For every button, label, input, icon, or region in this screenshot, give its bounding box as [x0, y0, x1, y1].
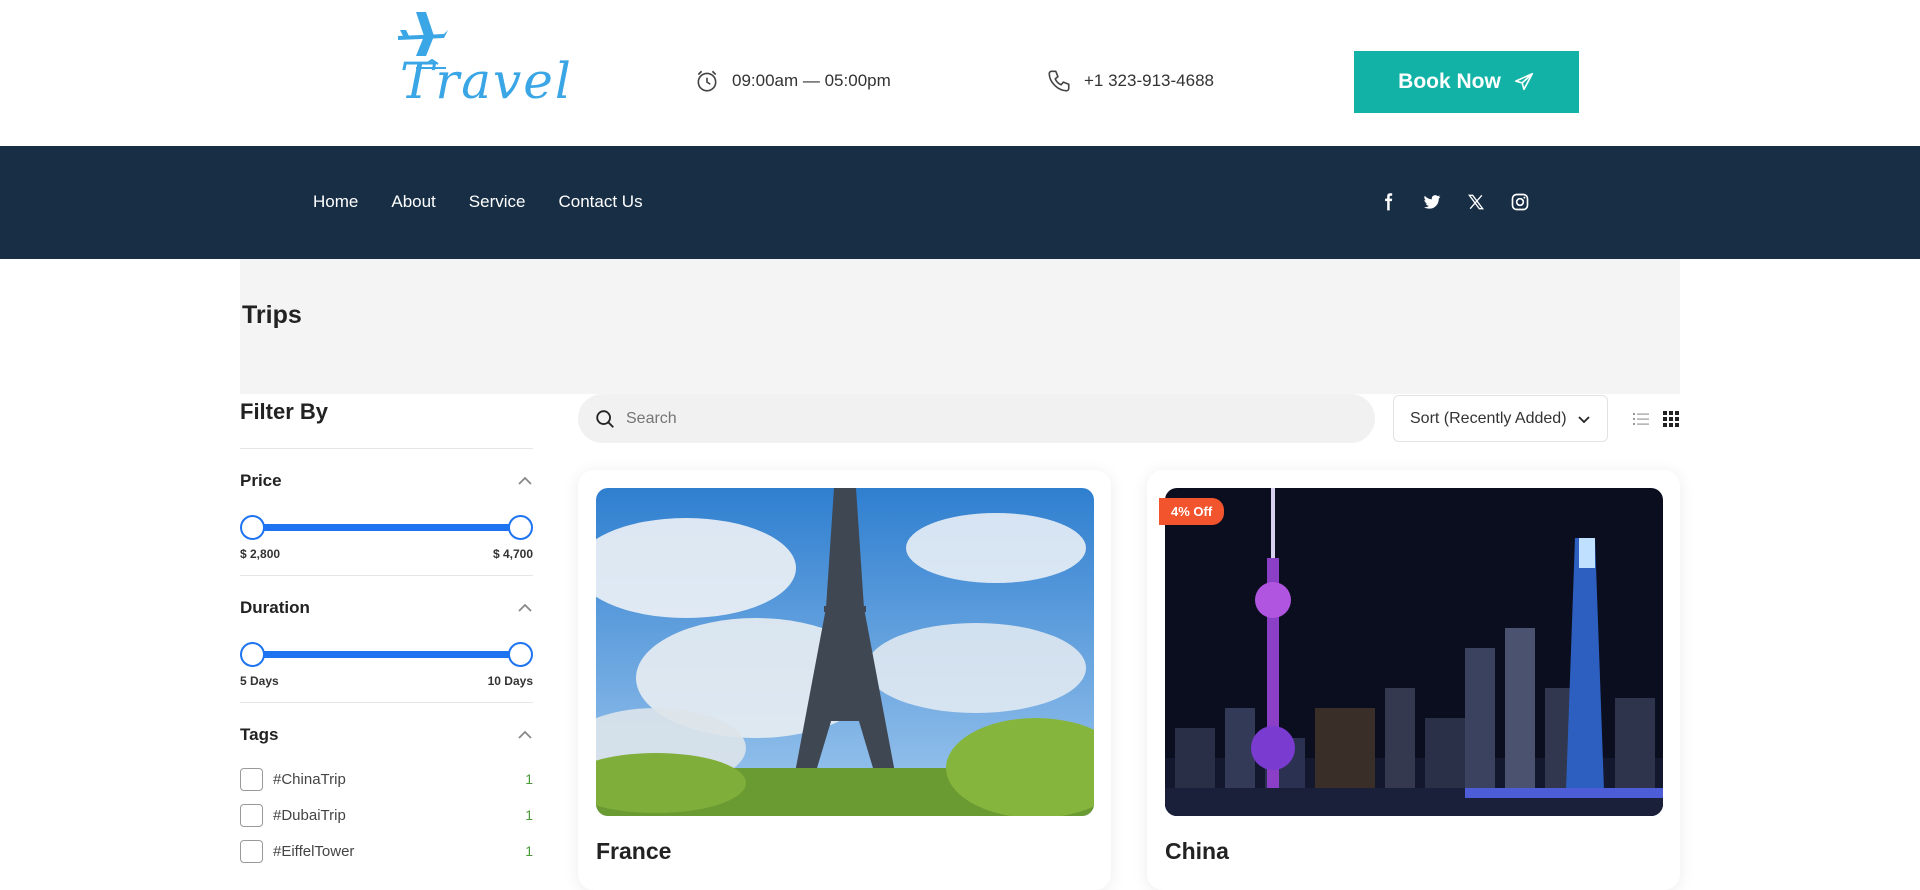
- nav-home[interactable]: Home: [313, 192, 358, 212]
- filter-sidebar: Filter By Price $ 2,800 $ 4,700 Duration…: [240, 394, 533, 869]
- search-icon: [596, 409, 614, 428]
- duration-range-slider[interactable]: [240, 640, 533, 670]
- duration-filter: Duration 5 Days 10 Days: [240, 576, 533, 703]
- tag-checkbox[interactable]: [240, 767, 263, 791]
- tags-label: Tags: [240, 725, 279, 744]
- logo-text: Travel: [400, 52, 573, 110]
- price-min-handle[interactable]: [240, 515, 265, 540]
- trip-image-china[interactable]: [1165, 488, 1663, 816]
- page-title: Trips: [242, 301, 302, 329]
- nav-about[interactable]: About: [391, 192, 435, 212]
- list-view-icon[interactable]: [1632, 410, 1650, 428]
- tag-name: #DubaiTrip: [273, 806, 346, 824]
- tag-count: 1: [525, 843, 533, 859]
- hours-text: 09:00am — 05:00pm: [732, 71, 891, 90]
- tag-item[interactable]: #DubaiTrip 1: [240, 797, 533, 833]
- nav-menu: Home About Service Contact Us: [313, 192, 643, 212]
- paper-plane-icon: [1514, 72, 1533, 91]
- duration-max-label: 10 Days: [487, 674, 533, 688]
- tag-checkbox[interactable]: [240, 839, 263, 863]
- tag-name: #EiffelTower: [273, 842, 355, 860]
- trip-card-china[interactable]: 4% Off China: [1147, 470, 1680, 890]
- search-input[interactable]: [626, 409, 1326, 428]
- tags-filter-header[interactable]: Tags: [240, 723, 533, 747]
- price-max-handle[interactable]: [508, 515, 533, 540]
- sort-selected-value: Sort (Recently Added): [1410, 409, 1567, 427]
- duration-max-handle[interactable]: [508, 642, 533, 667]
- clock-icon: [697, 70, 717, 92]
- duration-min-handle[interactable]: [240, 642, 265, 667]
- trip-name[interactable]: China: [1165, 838, 1229, 865]
- business-hours: 09:00am — 05:00pm: [694, 68, 891, 94]
- chevron-up-icon: [518, 603, 532, 612]
- price-range-slider[interactable]: [240, 513, 533, 543]
- trip-card-france[interactable]: France: [578, 470, 1111, 890]
- tag-count: 1: [525, 771, 533, 787]
- book-now-label: Book Now: [1398, 70, 1501, 93]
- price-range-track: [252, 524, 521, 531]
- nav-service[interactable]: Service: [469, 192, 526, 212]
- view-toggle: [1632, 410, 1680, 428]
- phone-contact[interactable]: +1 323-913-4688: [1046, 68, 1214, 94]
- phone-icon: [1048, 70, 1070, 92]
- price-filter: Price $ 2,800 $ 4,700: [240, 449, 533, 576]
- book-now-button[interactable]: Book Now: [1354, 51, 1579, 113]
- facebook-icon[interactable]: [1378, 192, 1398, 212]
- main-navbar: Home About Service Contact Us: [0, 146, 1920, 259]
- tag-list: #ChinaTrip 1 #DubaiTrip 1 #EiffelTower 1: [240, 747, 533, 869]
- tag-count: 1: [525, 807, 533, 823]
- tag-checkbox[interactable]: [240, 803, 263, 827]
- chevron-up-icon: [518, 730, 532, 739]
- duration-range-track: [252, 651, 521, 658]
- x-icon[interactable]: [1466, 192, 1486, 212]
- tag-item[interactable]: #EiffelTower 1: [240, 833, 533, 869]
- filter-title: Filter By: [240, 399, 533, 449]
- page-title-band: Trips: [240, 259, 1680, 394]
- social-links: [1378, 192, 1530, 212]
- twitter-icon[interactable]: [1422, 192, 1442, 212]
- trip-image-france[interactable]: [596, 488, 1094, 816]
- tag-name: #ChinaTrip: [273, 770, 346, 788]
- price-label: Price: [240, 471, 282, 490]
- duration-filter-header[interactable]: Duration: [240, 596, 533, 620]
- trip-name[interactable]: France: [596, 838, 671, 865]
- tag-item[interactable]: #ChinaTrip 1: [240, 761, 533, 797]
- discount-badge: 4% Off: [1159, 498, 1225, 525]
- search-bar[interactable]: [578, 394, 1375, 443]
- eiffel-tower-image: [596, 488, 1094, 816]
- sort-dropdown[interactable]: Sort (Recently Added): [1393, 395, 1608, 442]
- nav-contact-us[interactable]: Contact Us: [558, 192, 642, 212]
- tags-filter: Tags #ChinaTrip 1 #DubaiTrip 1 #EiffelTo…: [240, 703, 533, 869]
- duration-min-label: 5 Days: [240, 674, 279, 688]
- chevron-down-icon: [1578, 415, 1590, 423]
- shanghai-skyline-image: [1165, 488, 1663, 816]
- instagram-icon[interactable]: [1510, 192, 1530, 212]
- duration-label: Duration: [240, 598, 310, 617]
- phone-text: +1 323-913-4688: [1084, 71, 1214, 90]
- price-filter-header[interactable]: Price: [240, 469, 533, 493]
- chevron-up-icon: [518, 476, 532, 485]
- price-max-label: $ 4,700: [492, 547, 533, 561]
- grid-view-icon[interactable]: [1662, 410, 1680, 428]
- price-min-label: $ 2,800: [240, 547, 281, 561]
- top-header: Travel 09:00am — 05:00pm +1 323-913-4688…: [0, 0, 1920, 146]
